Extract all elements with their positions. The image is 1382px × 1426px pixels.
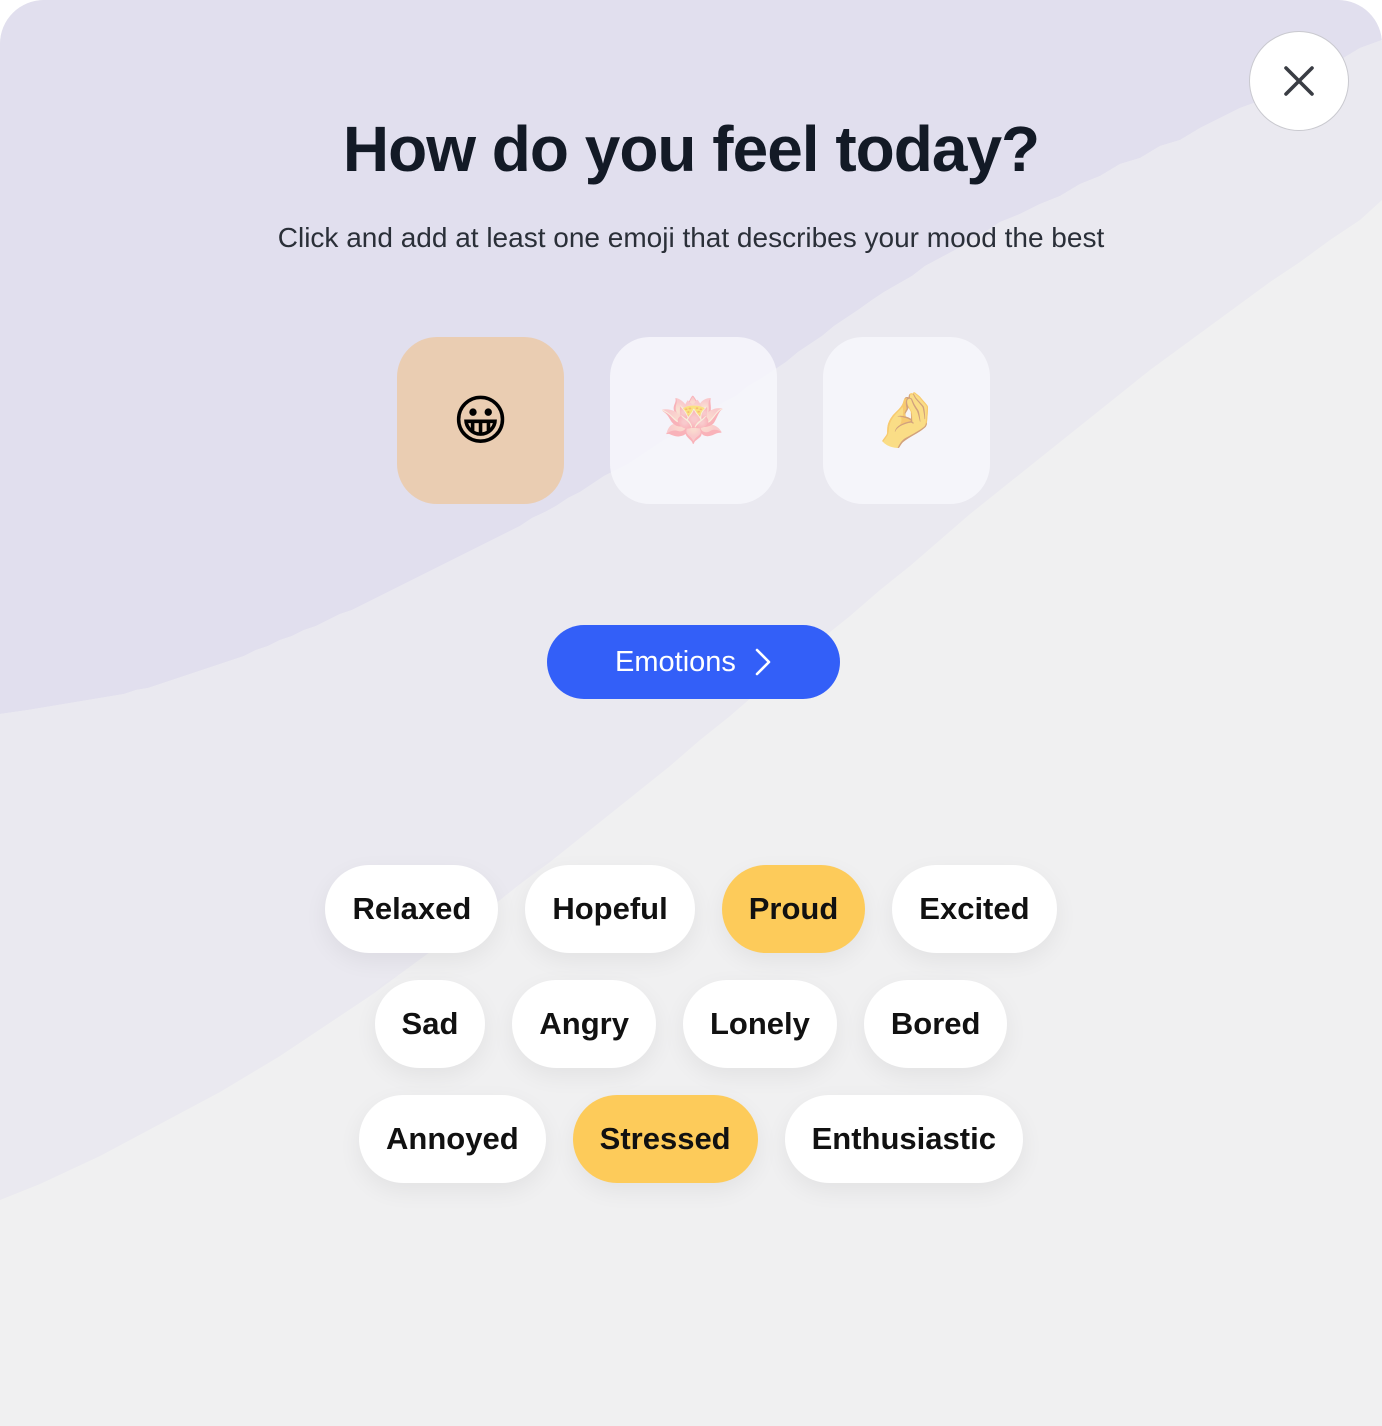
chip-bored[interactable]: Bored (863, 980, 1008, 1068)
chip-lonely[interactable]: Lonely (682, 980, 837, 1068)
chip-proud[interactable]: Proud (721, 865, 866, 953)
close-icon (1284, 66, 1314, 96)
chip-sad[interactable]: Sad (374, 980, 486, 1068)
emoji-tile-lotus[interactable]: 🪷 (610, 337, 777, 504)
emoji-tile-pinched-fingers[interactable]: 🤌 (823, 337, 990, 504)
chip-hopeful[interactable]: Hopeful (525, 865, 695, 953)
emotions-button-label: Emotions (615, 645, 736, 678)
chip-row: Relaxed Hopeful Proud Excited (325, 865, 1057, 953)
chevron-right-icon (755, 648, 771, 676)
chip-stressed[interactable]: Stressed (572, 1095, 758, 1183)
chip-angry[interactable]: Angry (512, 980, 656, 1068)
chip-enthusiastic[interactable]: Enthusiastic (784, 1095, 1023, 1183)
pinched-fingers-icon: 🤌 (872, 390, 941, 450)
chip-row: Annoyed Stressed Enthusiastic (359, 1095, 1023, 1183)
emoji-tile-grinning-face[interactable]: 😀 (397, 337, 564, 504)
emotions-button[interactable]: Emotions (547, 625, 840, 699)
chip-annoyed[interactable]: Annoyed (359, 1095, 546, 1183)
mood-dialog: How do you feel today? Click and add at … (0, 0, 1382, 1426)
emotion-chips: Relaxed Hopeful Proud Excited Sad Angry … (0, 865, 1382, 1183)
background-decoration (0, 0, 1382, 1200)
grinning-face-icon: 😀 (452, 391, 509, 451)
page-title: How do you feel today? (342, 113, 1040, 185)
emoji-picker: 😀 🪷 🤌 (397, 337, 990, 504)
lotus-icon: 🪷 (659, 390, 728, 450)
chip-excited[interactable]: Excited (892, 865, 1057, 953)
chip-relaxed[interactable]: Relaxed (325, 865, 499, 953)
page-subtitle: Click and add at least one emoji that de… (277, 222, 1105, 253)
chip-row: Sad Angry Lonely Bored (374, 980, 1008, 1068)
